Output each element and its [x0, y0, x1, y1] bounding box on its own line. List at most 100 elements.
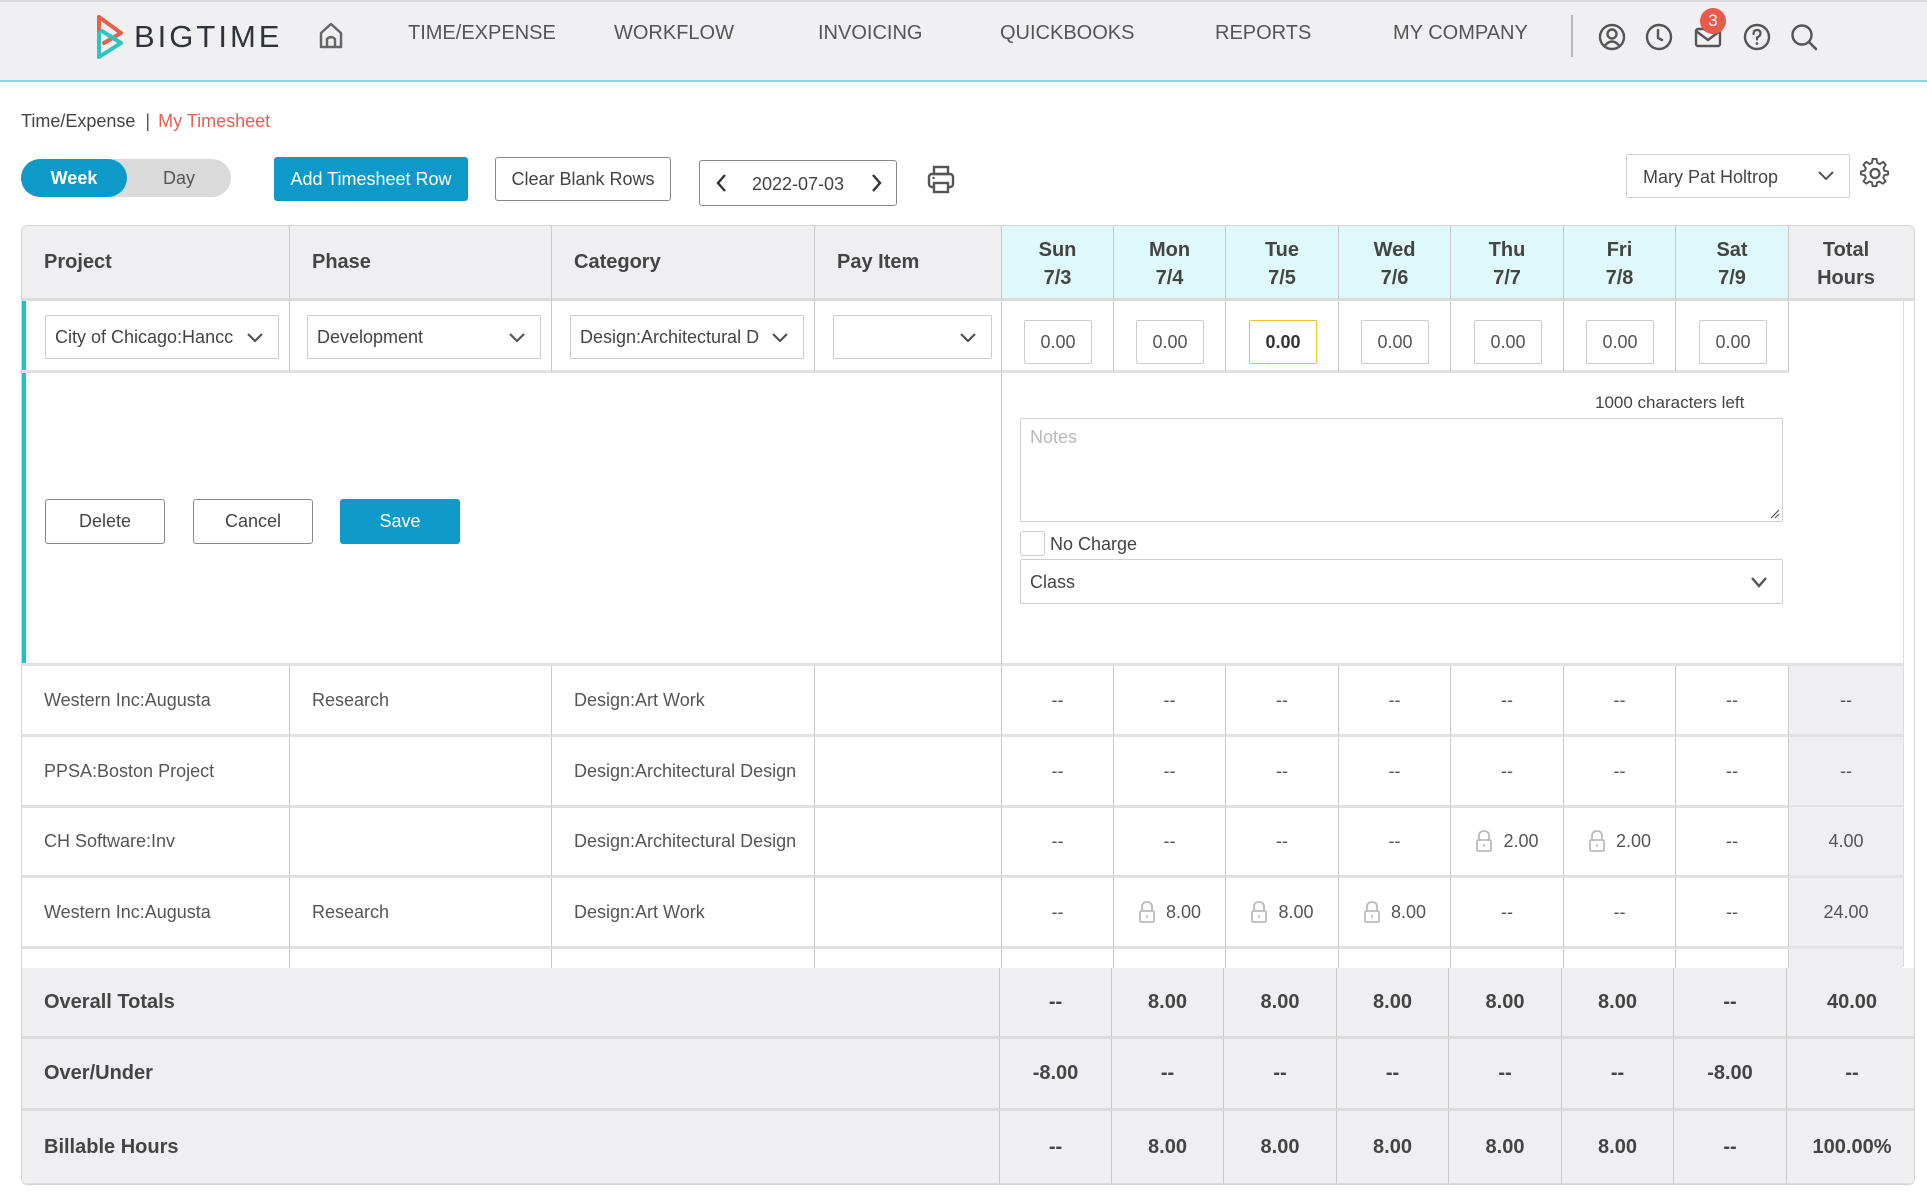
- row-hours-sun[interactable]: --: [1002, 878, 1114, 949]
- nav-my-company[interactable]: MY COMPANY: [1393, 22, 1528, 45]
- row-hours-thu[interactable]: --: [1451, 666, 1564, 737]
- row-hours-sat[interactable]: --: [1676, 666, 1789, 737]
- add-timesheet-row-button[interactable]: Add Timesheet Row: [274, 157, 468, 201]
- row-hours-mon[interactable]: --: [1114, 666, 1226, 737]
- hours-input-mon[interactable]: 0.00: [1136, 320, 1204, 364]
- nav-workflow[interactable]: WORKFLOW: [614, 22, 734, 45]
- resize-handle-icon[interactable]: [1768, 507, 1780, 519]
- row-hours-sun[interactable]: --: [1002, 737, 1114, 808]
- clear-blank-rows-button[interactable]: Clear Blank Rows: [495, 157, 671, 201]
- week-view-button[interactable]: Week: [21, 159, 127, 197]
- edit-phase-cell: Development: [290, 301, 552, 373]
- no-charge-checkbox[interactable]: [1020, 531, 1045, 556]
- home-icon[interactable]: [316, 20, 346, 50]
- hours-input-wed[interactable]: 0.00: [1361, 320, 1429, 364]
- nav-reports[interactable]: REPORTS: [1215, 22, 1311, 45]
- no-charge-label[interactable]: No Charge: [1050, 534, 1137, 555]
- hours-input-thu[interactable]: 0.00: [1474, 320, 1542, 364]
- row-project[interactable]: PPSA:Boston Project: [22, 737, 290, 808]
- row-pay-item[interactable]: [815, 666, 1002, 737]
- row-hours-wed[interactable]: --: [1339, 737, 1451, 808]
- row-hours-wed[interactable]: --: [1339, 666, 1451, 737]
- row-phase[interactable]: [290, 807, 552, 878]
- row-hours-tue[interactable]: --: [1226, 737, 1339, 808]
- nav-quickbooks[interactable]: QUICKBOOKS: [1000, 22, 1134, 45]
- delete-button[interactable]: Delete: [45, 499, 165, 544]
- row-phase[interactable]: Research: [290, 666, 552, 737]
- row-partial-cell: [1226, 949, 1339, 969]
- user-icon[interactable]: [1597, 22, 1627, 52]
- row-hours-sun[interactable]: --: [1002, 666, 1114, 737]
- clock-icon[interactable]: [1644, 22, 1674, 52]
- row-pay-item[interactable]: [815, 807, 1002, 878]
- row-hours-sun[interactable]: --: [1002, 807, 1114, 878]
- row-category[interactable]: Design:Architectural Design: [552, 807, 815, 878]
- project-select[interactable]: City of Chicago:Hancc: [45, 315, 279, 359]
- next-week-icon[interactable]: [866, 172, 886, 194]
- header-project: Project: [22, 226, 290, 301]
- row-pay-item[interactable]: [815, 878, 1002, 949]
- row-hours-tue[interactable]: --: [1226, 666, 1339, 737]
- row-hours-tue[interactable]: --: [1226, 807, 1339, 878]
- row-hours-mon[interactable]: 8.00: [1114, 878, 1226, 949]
- row-hours-sat[interactable]: --: [1676, 878, 1789, 949]
- hours-value: 8.00: [1278, 901, 1314, 922]
- row-phase[interactable]: [290, 737, 552, 808]
- header-total-line1: Total: [1822, 239, 1870, 261]
- header-day-date: 7/4: [1155, 267, 1184, 289]
- row-hours-fri[interactable]: --: [1564, 737, 1676, 808]
- row-project[interactable]: Western Inc:Augusta: [22, 878, 290, 949]
- row-category[interactable]: Design:Art Work: [552, 878, 815, 949]
- row-project[interactable]: CH Software:Inv: [22, 807, 290, 878]
- row-hours-thu[interactable]: --: [1451, 878, 1564, 949]
- hours-input-sat[interactable]: 0.00: [1699, 320, 1767, 364]
- user-select[interactable]: Mary Pat Holtrop: [1626, 154, 1850, 198]
- hours-value: --: [1051, 760, 1064, 781]
- breadcrumb: Time/Expense | My Timesheet: [21, 111, 270, 132]
- search-icon[interactable]: [1789, 22, 1819, 52]
- help-icon[interactable]: [1742, 22, 1772, 52]
- cancel-button[interactable]: Cancel: [193, 499, 313, 544]
- row-hours-wed[interactable]: 8.00: [1339, 878, 1451, 949]
- notes-textarea[interactable]: Notes: [1020, 418, 1783, 522]
- top-nav: BIGTIME TIME/EXPENSE WORKFLOW INVOICING …: [0, 0, 1927, 82]
- row-project[interactable]: Western Inc:Augusta: [22, 666, 290, 737]
- row-category[interactable]: Design:Art Work: [552, 666, 815, 737]
- phase-select[interactable]: Development: [307, 315, 541, 359]
- row-hours-fri[interactable]: --: [1564, 666, 1676, 737]
- row-hours-sat[interactable]: --: [1676, 807, 1789, 878]
- print-icon[interactable]: [926, 164, 956, 196]
- row-hours-sat[interactable]: --: [1676, 737, 1789, 808]
- class-select[interactable]: Class: [1020, 559, 1783, 604]
- hours-input-tue[interactable]: 0.00: [1249, 320, 1317, 364]
- row-hours-mon[interactable]: --: [1114, 807, 1226, 878]
- category-select[interactable]: Design:Architectural D: [570, 315, 804, 359]
- hours-value: --: [1051, 830, 1064, 851]
- header-day-date: 7/7: [1493, 267, 1521, 289]
- row-hours-wed[interactable]: --: [1339, 807, 1451, 878]
- hours-input-fri[interactable]: 0.00: [1586, 320, 1654, 364]
- row-hours-mon[interactable]: --: [1114, 737, 1226, 808]
- nav-invoicing[interactable]: INVOICING: [818, 22, 922, 45]
- hours-input-sun[interactable]: 0.00: [1024, 320, 1092, 364]
- row-phase[interactable]: Research: [290, 878, 552, 949]
- footer-value-sat: --: [1674, 1111, 1787, 1184]
- day-view-button[interactable]: Day: [127, 159, 231, 197]
- row-partial-cell: [1114, 949, 1226, 969]
- row-hours-fri[interactable]: --: [1564, 878, 1676, 949]
- row-hours-thu[interactable]: 2.00: [1451, 807, 1564, 878]
- save-button[interactable]: Save: [340, 499, 460, 544]
- row-partial-cell: [1339, 949, 1451, 969]
- pay-item-select[interactable]: [833, 315, 992, 359]
- gear-icon[interactable]: [1860, 158, 1890, 188]
- row-pay-item[interactable]: [815, 737, 1002, 808]
- row-hours-thu[interactable]: --: [1451, 737, 1564, 808]
- grid-scrollbar[interactable]: [1903, 301, 1914, 967]
- breadcrumb-parent[interactable]: Time/Expense: [21, 111, 135, 131]
- phase-select-value: Development: [317, 327, 424, 347]
- row-hours-tue[interactable]: 8.00: [1226, 878, 1339, 949]
- row-hours-fri[interactable]: 2.00: [1564, 807, 1676, 878]
- nav-time-expense[interactable]: TIME/EXPENSE: [408, 22, 556, 45]
- row-category[interactable]: Design:Architectural Design: [552, 737, 815, 808]
- bigtime-logo[interactable]: BIGTIME: [94, 12, 282, 62]
